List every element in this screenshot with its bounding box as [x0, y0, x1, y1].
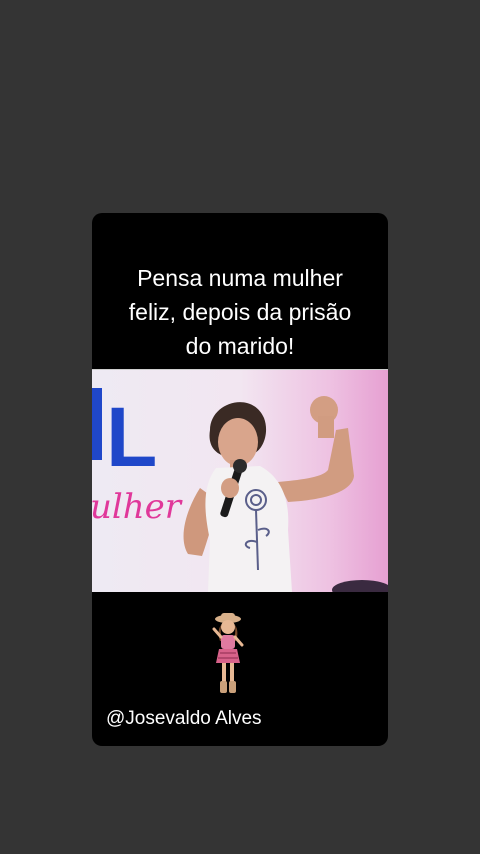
banner-letter-fragment	[92, 388, 102, 460]
person-dress	[205, 466, 292, 592]
photo-illustration: L ulher	[92, 370, 388, 592]
post-caption: Pensa numa mulher feliz, depois da prisã…	[128, 265, 352, 359]
post-photo[interactable]: L ulher	[92, 369, 388, 592]
dancing-cowgirl-sticker[interactable]	[208, 611, 248, 699]
banner-letter: L	[106, 390, 157, 484]
author-handle[interactable]: @Josevaldo Alves	[106, 707, 262, 731]
banner-script: ulher	[92, 487, 183, 527]
post-card[interactable]: Pensa numa mulher feliz, depois da prisã…	[92, 213, 388, 746]
story-screen: Pensa numa mulher feliz, depois da prisã…	[0, 0, 480, 854]
